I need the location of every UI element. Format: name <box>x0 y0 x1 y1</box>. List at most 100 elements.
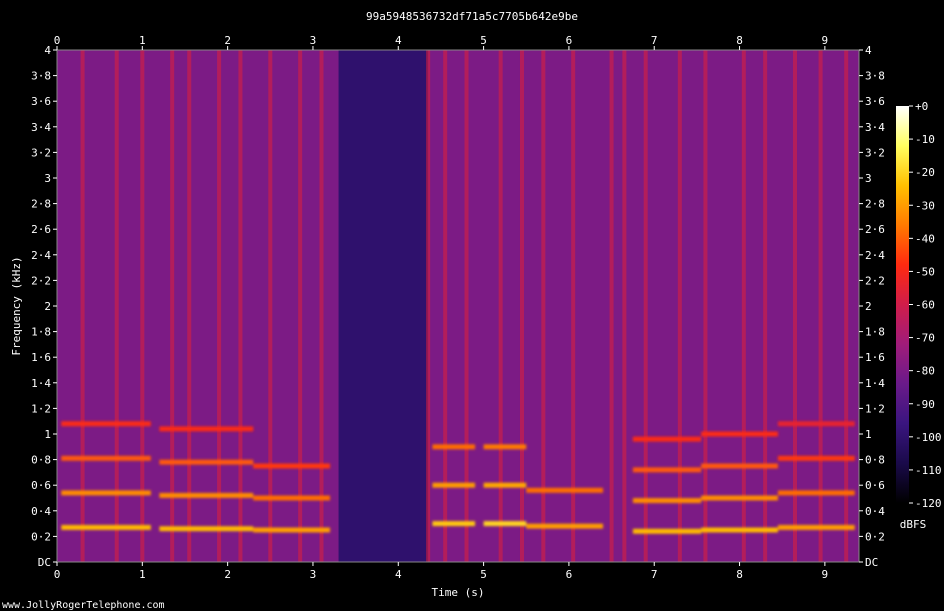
y-tick-label: 3·2 <box>31 146 51 159</box>
burst-stripe <box>818 50 823 562</box>
x-tick-label: 4 <box>395 568 402 581</box>
harmonic-band <box>701 463 778 469</box>
y-tick-label: 0·4 <box>31 505 51 518</box>
x-tick-label-top: 2 <box>224 34 231 47</box>
x-tick-label-top: 3 <box>310 34 317 47</box>
y-tick-label-right: 1·4 <box>865 377 885 390</box>
x-tick-label: 1 <box>139 568 146 581</box>
y-tick-label-right: 4 <box>865 44 872 57</box>
chart-title: 99a5948536732df71a5c7705b642e9be <box>366 10 578 23</box>
y-tick-label: 0·6 <box>31 479 51 492</box>
colorbar-tick-label: +0 <box>915 100 928 113</box>
burst-stripe <box>187 50 192 562</box>
harmonic-band <box>432 482 476 488</box>
y-tick-label: 0·8 <box>31 454 51 467</box>
x-tick-label-top: 7 <box>651 34 658 47</box>
harmonic-band <box>159 492 254 498</box>
harmonic-band <box>526 523 604 529</box>
harmonic-band <box>777 524 855 530</box>
burst-stripe <box>268 50 273 562</box>
x-tick-label-top: 8 <box>736 34 743 47</box>
harmonic-band <box>61 421 151 427</box>
harmonic-band <box>632 528 702 534</box>
x-tick-label: 0 <box>54 568 61 581</box>
x-tick-label: 8 <box>736 568 743 581</box>
y-tick-label: 4 <box>44 44 51 57</box>
harmonic-band <box>777 421 855 427</box>
colorbar-tick-label: -60 <box>915 299 935 312</box>
burst-stripe <box>426 50 431 562</box>
y-tick-label: DC <box>38 556 51 569</box>
burst-stripe <box>609 50 614 562</box>
harmonic-band <box>432 521 476 527</box>
colorbar-tick-label: -40 <box>915 232 935 245</box>
x-tick-label: 5 <box>480 568 487 581</box>
x-tick-label-top: 6 <box>566 34 573 47</box>
x-tick-label: 2 <box>224 568 231 581</box>
y-tick-label: 2·6 <box>31 223 51 236</box>
burst-stripe <box>741 50 746 562</box>
harmonic-band <box>253 463 331 469</box>
y-tick-label: 2·8 <box>31 198 51 211</box>
burst-stripe <box>622 50 627 562</box>
x-tick-label-top: 1 <box>139 34 146 47</box>
colorbar-gradient <box>896 106 909 503</box>
colorbar-tick-label: -110 <box>915 464 942 477</box>
y-tick-label-right: 3·2 <box>865 146 885 159</box>
y-tick-label-right: 2·2 <box>865 274 885 287</box>
harmonic-band <box>777 490 855 496</box>
y-tick-label-right: 1·6 <box>865 351 885 364</box>
harmonic-band <box>483 444 527 450</box>
x-axis-bottom: 0 1 2 3 4 5 6 7 8 9 <box>54 562 828 581</box>
spectrogram-chart: 99a5948536732df71a5c7705b642e9be 0 1 2 3 4 5 6… <box>2 10 942 611</box>
x-axis-top: 0 1 2 3 4 5 6 7 8 9 <box>54 34 828 50</box>
harmonic-band <box>432 444 476 450</box>
y-tick-label: 1·2 <box>31 402 51 415</box>
burst-stripe <box>298 50 303 562</box>
x-tick-label-top: 4 <box>395 34 402 47</box>
x-tick-label-top: 0 <box>54 34 61 47</box>
y-tick-label: 2·2 <box>31 274 51 287</box>
burst-stripe <box>571 50 576 562</box>
colorbar-tick-label: -120 <box>915 497 942 510</box>
y-axis-right: DC 0·2 0·4 0·6 0·8 1 1·2 1·4 1·6 1·8 2 2·2 2·4 2·6 2·8… <box>859 44 885 569</box>
y-tick-label-right: 0·4 <box>865 505 885 518</box>
y-tick-label: 3 <box>44 172 51 185</box>
harmonic-band <box>701 431 778 437</box>
harmonic-band <box>61 455 151 461</box>
burst-stripe <box>643 50 648 562</box>
y-tick-label-right: 1 <box>865 428 872 441</box>
y-axis-left: DC 0·2 0·4 0·6 0·8 1 1·2 1·4 1·6 1·8 2 2·2 2·4 2·6 2·8… <box>31 44 57 569</box>
harmonic-band <box>632 498 702 504</box>
colorbar: +0 -10 -20 -30 -40 -50 -60 -70 -80 -90 -100 -110 -12… <box>896 100 942 531</box>
colorbar-ticks: +0 -10 -20 -30 -40 -50 -60 -70 -80 -90 -100 -110 -12… <box>909 100 942 510</box>
burst-stripe <box>677 50 682 562</box>
y-tick-label-right: 1·8 <box>865 326 885 339</box>
y-tick-label-right: DC <box>865 556 878 569</box>
y-tick-label-right: 3·8 <box>865 70 885 83</box>
quiet-segment <box>338 50 429 562</box>
colorbar-tick-label: -50 <box>915 265 935 278</box>
colorbar-tick-label: -70 <box>915 332 935 345</box>
y-tick-label: 0·2 <box>31 530 51 543</box>
x-tick-label: 7 <box>651 568 658 581</box>
spectrogram-plot-area <box>57 50 859 562</box>
x-tick-label: 3 <box>310 568 317 581</box>
quiet-segments <box>338 50 429 562</box>
x-tick-label-top: 5 <box>480 34 487 47</box>
y-tick-label: 2 <box>44 300 51 313</box>
y-tick-label: 3·4 <box>31 121 51 134</box>
harmonic-band <box>632 436 702 442</box>
harmonic-band <box>526 487 604 493</box>
y-tick-label: 1 <box>44 428 51 441</box>
y-tick-label-right: 0·6 <box>865 479 885 492</box>
harmonic-band <box>483 482 527 488</box>
y-tick-label: 2·4 <box>31 249 51 262</box>
colorbar-tick-label: -10 <box>915 133 935 146</box>
harmonic-band <box>632 467 702 473</box>
burst-stripe <box>541 50 546 562</box>
y-tick-label: 1·8 <box>31 326 51 339</box>
harmonic-band <box>253 527 331 533</box>
burst-stripe <box>763 50 768 562</box>
y-tick-label-right: 0·2 <box>865 530 885 543</box>
